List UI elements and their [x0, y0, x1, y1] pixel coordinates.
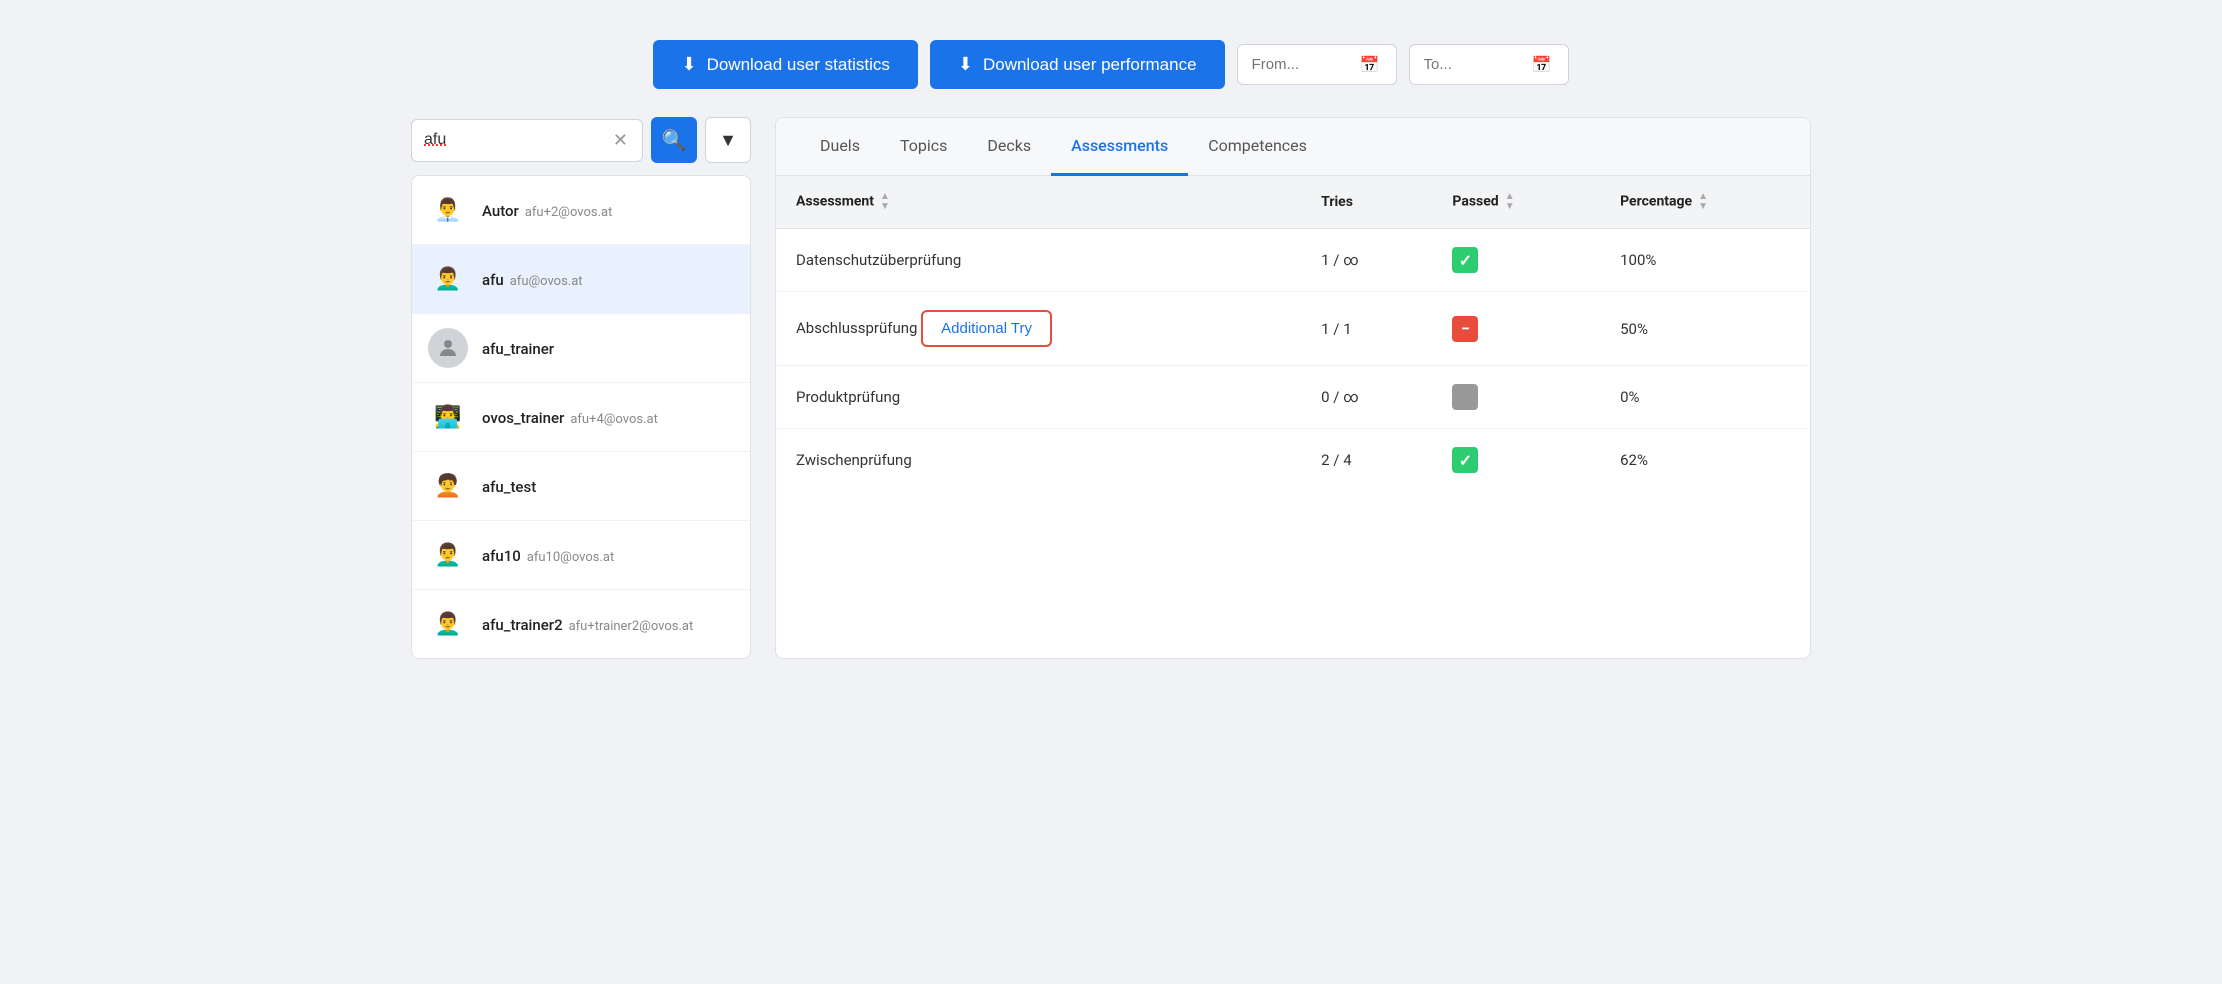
to-date-input[interactable]	[1424, 56, 1524, 73]
filter-button[interactable]: ▼	[705, 117, 751, 163]
list-item[interactable]: 👨‍🦱 afu_trainer2 afu+trainer2@ovos.at	[412, 590, 750, 658]
download-stats-label: Download user statistics	[707, 55, 890, 75]
assessment-cell: Datenschutzüberprüfung	[776, 229, 1301, 292]
to-date-input-wrap: 📅	[1409, 44, 1569, 85]
table-row: Produktprüfung0 / ∞ 0%	[776, 366, 1810, 429]
search-bar: ✕ 🔍 ▼	[411, 117, 751, 163]
passed-gray-badge	[1452, 384, 1478, 410]
list-item[interactable]: afu_trainer	[412, 314, 750, 383]
passed-cell: ✓	[1432, 229, 1600, 292]
tries-cell: 1 / 1	[1301, 292, 1432, 366]
table-row: Zwischenprüfung2 / 4 ✓ 62%	[776, 429, 1810, 492]
assessments-table: Assessment▲▼TriesPassed▲▼Percentage▲▼ Da…	[776, 176, 1810, 491]
tab-assessments[interactable]: Assessments	[1051, 118, 1188, 176]
clear-search-button[interactable]: ✕	[611, 130, 630, 151]
tabs-bar: DuelsTopicsDecksAssessmentsCompetences	[776, 118, 1810, 176]
user-name: Autor	[482, 202, 519, 220]
avatar: 🧑‍🦱	[428, 466, 468, 506]
passed-cell: ✓	[1432, 429, 1600, 492]
table-body: Datenschutzüberprüfung1 / ∞ ✓ 100% Abschlus…	[776, 229, 1810, 492]
passed-cell: −	[1432, 292, 1600, 366]
user-name: ovos_trainer	[482, 409, 564, 427]
assessment-cell: Zwischenprüfung	[776, 429, 1301, 492]
user-name: afu10	[482, 547, 521, 565]
from-date-input-wrap: 📅	[1237, 44, 1397, 85]
filter-icon: ▼	[719, 130, 737, 151]
col-header-percentage[interactable]: Percentage▲▼	[1600, 176, 1810, 229]
list-item[interactable]: 👨‍🦱 afu afu@ovos.at	[412, 245, 750, 314]
download-stats-button[interactable]: ⬇ Download user statistics	[653, 40, 917, 89]
assessment-cell: Abschlussprüfung Additional Try	[776, 292, 1301, 366]
to-calendar-icon: 📅	[1532, 55, 1552, 74]
avatar: 👨‍🦱	[428, 259, 468, 299]
tab-duels[interactable]: Duels	[800, 118, 880, 176]
download-perf-icon: ⬇	[958, 54, 973, 75]
sort-icon-percentage: ▲▼	[1698, 192, 1708, 212]
from-date-input[interactable]	[1252, 56, 1352, 73]
table-row: Datenschutzüberprüfung1 / ∞ ✓ 100%	[776, 229, 1810, 292]
user-name: afu_trainer	[482, 340, 554, 358]
tab-topics[interactable]: Topics	[880, 118, 967, 176]
table-wrap: Assessment▲▼TriesPassed▲▼Percentage▲▼ Da…	[776, 176, 1810, 491]
percentage-cell: 0%	[1600, 366, 1810, 429]
user-email: afu+4@ovos.at	[570, 412, 658, 427]
search-icon: 🔍	[662, 128, 687, 153]
avatar: 👨‍💼	[428, 190, 468, 230]
from-calendar-icon: 📅	[1360, 55, 1380, 74]
tries-cell: 2 / 4	[1301, 429, 1432, 492]
search-input-wrap: ✕	[411, 119, 643, 162]
download-stats-icon: ⬇	[681, 54, 696, 75]
table-row: Abschlussprüfung Additional Try1 / 1−50%	[776, 292, 1810, 366]
download-perf-label: Download user performance	[983, 55, 1197, 75]
user-name: afu_trainer2	[482, 616, 563, 634]
list-item[interactable]: 🧑‍🦱 afu_test	[412, 452, 750, 521]
passed-red-badge: −	[1452, 316, 1478, 342]
passed-cell	[1432, 366, 1600, 429]
user-name: afu	[482, 271, 504, 289]
header-row: Assessment▲▼TriesPassed▲▼Percentage▲▼	[776, 176, 1810, 229]
tries-cell: 1 / ∞	[1301, 229, 1432, 292]
top-bar: ⬇ Download user statistics ⬇ Download us…	[653, 40, 1568, 89]
search-input[interactable]	[424, 131, 603, 149]
passed-green-badge: ✓	[1452, 247, 1478, 273]
sort-icon-assessment: ▲▼	[880, 192, 890, 212]
sort-icon-passed: ▲▼	[1505, 192, 1515, 212]
col-header-tries: Tries	[1301, 176, 1432, 229]
tries-cell: 0 / ∞	[1301, 366, 1432, 429]
col-header-passed[interactable]: Passed▲▼	[1432, 176, 1600, 229]
user-email: afu10@ovos.at	[527, 550, 614, 565]
list-item[interactable]: 👨‍💻 ovos_trainer afu+4@ovos.at	[412, 383, 750, 452]
list-item[interactable]: 👨‍💼 Autor afu+2@ovos.at	[412, 176, 750, 245]
download-performance-button[interactable]: ⬇ Download user performance	[930, 40, 1225, 89]
user-name: afu_test	[482, 478, 536, 496]
user-list: 👨‍💼 Autor afu+2@ovos.at 👨‍🦱 afu afu@ovos.at a…	[411, 175, 751, 659]
percentage-cell: 50%	[1600, 292, 1810, 366]
right-panel: DuelsTopicsDecksAssessmentsCompetences A…	[775, 117, 1811, 659]
list-item[interactable]: 👨‍🦱 afu10 afu10@ovos.at	[412, 521, 750, 590]
avatar	[428, 328, 468, 368]
additional-try-button[interactable]: Additional Try	[921, 310, 1052, 347]
percentage-cell: 62%	[1600, 429, 1810, 492]
user-email: afu+trainer2@ovos.at	[569, 619, 694, 634]
avatar: 👨‍🦱	[428, 535, 468, 575]
avatar: 👨‍🦱	[428, 604, 468, 644]
tab-competences[interactable]: Competences	[1188, 118, 1327, 176]
assessment-cell: Produktprüfung	[776, 366, 1301, 429]
passed-green-badge: ✓	[1452, 447, 1478, 473]
tab-decks[interactable]: Decks	[967, 118, 1051, 176]
left-panel: ✕ 🔍 ▼ 👨‍💼 Autor afu+2@ovos.at 👨‍🦱 afu afu@ovo…	[411, 117, 751, 659]
avatar: 👨‍💻	[428, 397, 468, 437]
user-email: afu+2@ovos.at	[525, 205, 613, 220]
main-content: ✕ 🔍 ▼ 👨‍💼 Autor afu+2@ovos.at 👨‍🦱 afu afu@ovo…	[411, 117, 1811, 659]
assessment-name: Abschlussprüfung	[796, 319, 921, 337]
col-header-assessment[interactable]: Assessment▲▼	[776, 176, 1301, 229]
user-email: afu@ovos.at	[510, 274, 583, 289]
table-header: Assessment▲▼TriesPassed▲▼Percentage▲▼	[776, 176, 1810, 229]
search-button[interactable]: 🔍	[651, 117, 697, 163]
percentage-cell: 100%	[1600, 229, 1810, 292]
